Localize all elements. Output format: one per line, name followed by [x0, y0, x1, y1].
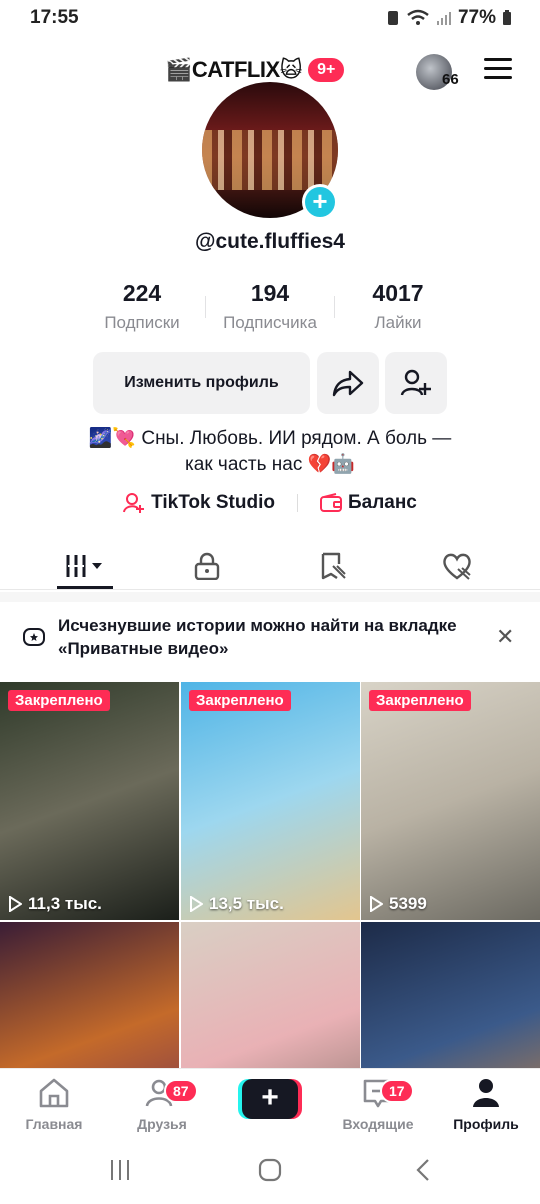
video-grid: Закреплено 11,3 тыс. Закреплено 13,5 тыс… — [0, 682, 540, 1160]
links-divider — [296, 494, 298, 512]
content-tabs — [0, 540, 540, 590]
nav-home-label: Главная — [25, 1116, 83, 1132]
pinned-badge: Закреплено — [189, 690, 291, 711]
nav-friends-label: Друзья — [137, 1116, 187, 1132]
play-icon — [370, 896, 383, 912]
grid-videos-icon — [66, 555, 102, 577]
nav-friends[interactable]: Друзья 87 — [112, 1077, 212, 1132]
video-views: 13,5 тыс. — [189, 894, 284, 914]
menu-icon[interactable] — [484, 58, 512, 82]
stat-followers-value: 194 — [250, 280, 290, 306]
stat-following-value: 224 — [122, 280, 162, 306]
close-icon[interactable]: ✕ — [496, 624, 514, 650]
stat-divider — [205, 296, 206, 318]
notification-badge: 9+ — [306, 56, 347, 84]
account-title: 🎬CATFLIX🙀 — [165, 57, 303, 82]
video-tile[interactable]: Закреплено 11,3 тыс. — [0, 682, 179, 920]
tab-liked[interactable] — [427, 546, 487, 586]
tiktok-studio-label: TikTok Studio — [151, 492, 275, 513]
banner-text: Исчезнувшие истории можно найти на вклад… — [58, 616, 457, 658]
info-banner: Исчезнувшие истории можно найти на вклад… — [0, 602, 540, 680]
recents-icon[interactable] — [108, 1158, 132, 1182]
tab-videos[interactable] — [55, 546, 115, 586]
nav-inbox-label: Входящие — [342, 1116, 414, 1132]
wallet-icon — [319, 493, 342, 512]
home-system-icon[interactable] — [258, 1158, 282, 1182]
play-icon — [190, 896, 203, 912]
repost-icon — [321, 552, 346, 580]
status-icons: 77% — [386, 7, 512, 29]
story-icon — [23, 628, 45, 646]
video-views: 11,3 тыс. — [8, 894, 102, 914]
add-story-button[interactable]: + — [302, 184, 338, 220]
share-profile-button[interactable] — [317, 352, 379, 414]
video-tile[interactable]: Закреплено 13,5 тыс. — [181, 682, 360, 920]
nav-home[interactable]: Главная — [4, 1077, 104, 1132]
bio-line: как часть нас 💔🤖 — [185, 454, 355, 475]
battery-icon — [503, 10, 511, 25]
inbox-badge: 17 — [380, 1079, 414, 1103]
wifi-icon — [407, 9, 429, 25]
create-button[interactable]: + — [238, 1079, 302, 1119]
balance-link[interactable]: Баланс — [319, 492, 417, 514]
tiktok-studio-link[interactable]: TikTok Studio — [123, 492, 275, 514]
bio-line: 🌌💘 Сны. Любовь. ИИ рядом. А боль — — [88, 428, 452, 449]
system-nav — [0, 1140, 540, 1204]
lock-icon — [194, 552, 220, 580]
plus-icon: + — [242, 1079, 298, 1119]
section-gap — [0, 592, 540, 602]
status-time: 17:55 — [30, 7, 79, 28]
nav-inbox[interactable]: Входящие 17 — [328, 1077, 428, 1132]
nav-profile-label: Профиль — [453, 1116, 519, 1132]
video-tile[interactable]: Закреплено 5399 — [361, 682, 540, 920]
stat-followers[interactable]: 194 Подписчика — [206, 280, 334, 340]
stat-followers-label: Подписчика — [223, 313, 317, 332]
profile-icon — [473, 1079, 499, 1107]
bottom-nav: Главная Друзья 87 + Входящие 17 Профиль — [0, 1068, 540, 1140]
profile-links: TikTok Studio Баланс — [0, 492, 540, 514]
username: @cute.fluffies4 — [194, 230, 345, 253]
add-user-icon — [400, 369, 431, 396]
battery-percent: 77% — [457, 7, 496, 28]
studio-icon — [123, 493, 145, 513]
share-icon — [332, 370, 364, 397]
views-count: 5399 — [389, 894, 427, 913]
stat-following[interactable]: 224 Подписки — [78, 280, 206, 340]
tab-reposts[interactable] — [303, 546, 363, 586]
status-bar: 17:55 77% — [0, 0, 540, 36]
stat-likes[interactable]: 4017 Лайки — [334, 280, 462, 340]
views-count: 11,3 тыс. — [28, 894, 102, 913]
views-count: 13,5 тыс. — [209, 894, 284, 913]
tab-private[interactable] — [177, 546, 237, 586]
home-icon — [39, 1078, 69, 1108]
stat-likes-value: 4017 — [372, 280, 424, 306]
edit-profile-button[interactable]: Изменить профиль — [93, 352, 310, 414]
back-icon[interactable] — [412, 1158, 436, 1182]
active-tab-indicator — [57, 586, 113, 589]
pinned-badge: Закреплено — [8, 690, 110, 711]
nav-profile[interactable]: Профиль — [436, 1077, 536, 1132]
liked-heart-icon — [443, 553, 471, 580]
stat-divider — [334, 296, 335, 318]
alarm-icon — [387, 11, 398, 25]
video-views: 5399 — [369, 894, 427, 914]
profile-bio: 🌌💘 Сны. Любовь. ИИ рядом. А боль — как ч… — [40, 426, 500, 478]
add-friends-button[interactable] — [385, 352, 447, 414]
signal-icon — [436, 12, 451, 25]
balance-label: Баланс — [347, 492, 417, 513]
account-switcher[interactable]: 🎬CATFLIX🙀 9+ — [165, 56, 347, 84]
play-icon — [9, 896, 22, 912]
stat-likes-label: Лайки — [374, 313, 422, 332]
friends-badge: 87 — [164, 1079, 198, 1103]
profile-stats: 224 Подписки 194 Подписчика 4017 Лайки — [78, 280, 462, 340]
pinned-badge: Закреплено — [369, 690, 471, 711]
friends-avatar-count: 66 — [442, 71, 459, 88]
stat-following-label: Подписки — [104, 313, 180, 332]
